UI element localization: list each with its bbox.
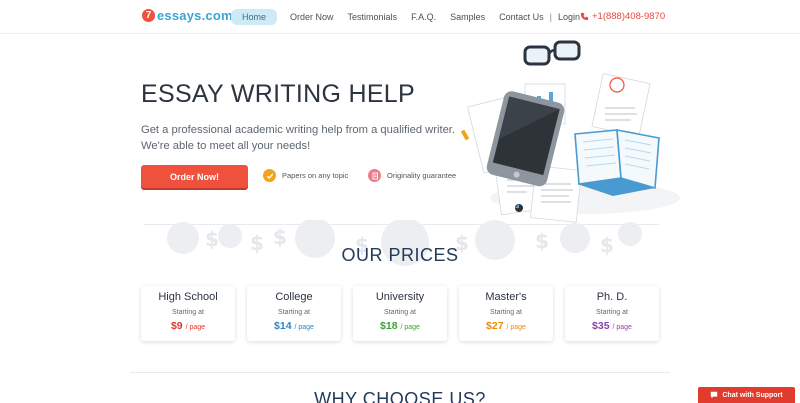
price-card-amount: $35 / page [565,320,659,332]
price-card-title: University [375,291,425,303]
check-badge-icon [263,169,276,182]
feature-originality-label: Originality guarantee [387,171,457,180]
nav-contact-us[interactable]: Contact Us [499,12,544,22]
price-unit: / page [400,324,420,331]
logo-badge: 7 [142,9,155,22]
document-badge-icon [368,169,381,182]
site-logo[interactable]: 7 essays.com [142,8,233,23]
price-value: $27 [486,320,504,332]
logo-text: essays.com [157,8,233,23]
hero-subtitle: Get a professional academic writing help… [141,122,471,154]
price-unit: / page [294,324,314,331]
price-card-amount: $14 / page [247,320,341,332]
price-value: $35 [592,320,610,332]
price-value: $18 [380,320,398,332]
feature-any-topic-label: Papers on any topic [282,171,349,180]
price-card-phd[interactable]: Ph. D. Starting at $35 / page [565,286,659,341]
price-card-starting: Starting at [172,309,204,316]
prices-heading: OUR PRICES [341,245,459,265]
price-card-starting: Starting at [384,309,416,316]
price-unit: / page [612,324,632,331]
price-card-starting: Starting at [278,309,310,316]
price-value: $14 [274,320,292,332]
price-card-starting: Starting at [596,309,628,316]
main-nav: Home Order Now Testimonials F.A.Q. Sampl… [231,9,580,25]
why-choose-heading: WHY CHOOSE US? [314,389,486,403]
phone-icon [580,12,589,21]
nav-login[interactable]: Login [558,12,580,22]
feature-originality: Originality guarantee [368,169,456,182]
chat-label: Chat with Support [722,391,783,399]
nav-faq[interactable]: F.A.Q. [411,12,436,22]
price-unit: / page [185,324,206,331]
price-card-title: Master's [485,291,527,303]
hero-subtitle-line-1: Get a professional academic writing help… [141,124,456,136]
phone-number: +1(888)408-9870 [592,11,666,22]
price-card-starting: Starting at [490,309,522,316]
hero-subtitle-line-2: We're able to meet all your needs! [141,140,311,152]
nav-order-now[interactable]: Order Now [290,12,334,22]
price-card-title: College [275,291,313,303]
price-unit: / page [506,324,526,331]
glasses-icon [523,40,581,66]
nav-separator: | [549,12,552,22]
chat-bubble-icon [711,391,718,399]
nav-home[interactable]: Home [231,9,278,25]
nav-samples[interactable]: Samples [450,12,485,22]
price-value: $9 [170,320,183,332]
page-title: ESSAY WRITING HELP [141,80,415,108]
price-card-university[interactable]: University Starting at $18 / page [353,286,447,341]
price-card-title: High School [158,291,218,303]
phone-link[interactable]: +1(888)408-9870 [580,11,665,22]
section-divider [130,372,670,373]
hero-illustration [460,40,680,223]
site-header: 7 essays.com Home Order Now Testimonials… [0,0,800,34]
price-card-title: Ph. D. [596,291,628,303]
price-card-college[interactable]: College Starting at $14 / page [247,286,341,341]
price-card-amount: $9 / page [141,320,235,332]
feature-any-topic: Papers on any topic [263,169,348,182]
nav-testimonials[interactable]: Testimonials [348,12,398,22]
price-card-masters[interactable]: Master's Starting at $27 / page [459,286,553,341]
order-now-button[interactable]: Order Now! [141,165,248,188]
open-book-icon [574,129,660,196]
chat-with-support-button[interactable]: Chat with Support [698,387,795,403]
price-card-amount: $18 / page [353,320,447,332]
price-card-high-school[interactable]: High School Starting at $9 / page [141,286,235,341]
price-card-amount: $27 / page [459,320,553,332]
